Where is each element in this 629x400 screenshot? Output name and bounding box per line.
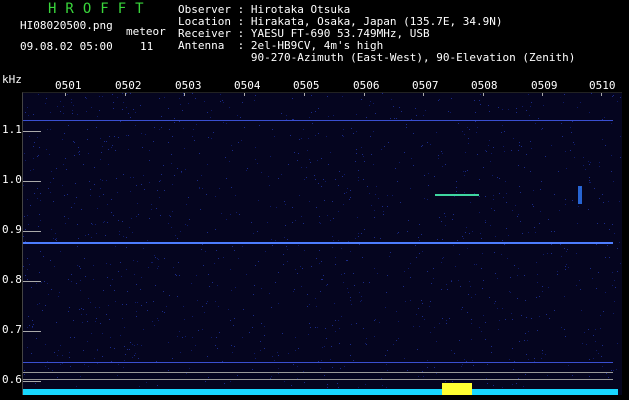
y-tick-mark bbox=[23, 181, 41, 182]
carrier-line-lower bbox=[23, 362, 613, 363]
x-tick-label: 0505 bbox=[293, 79, 320, 92]
y-axis-unit: kHz bbox=[2, 73, 22, 86]
meteor-label: meteor bbox=[126, 25, 166, 38]
x-tick-label: 0510 bbox=[589, 79, 616, 92]
x-tick-mark bbox=[542, 93, 543, 96]
meteor-count: 11 bbox=[140, 40, 154, 53]
meteor-echo-trace bbox=[435, 194, 479, 196]
carrier-line-upper bbox=[23, 120, 613, 121]
carrier-line-main bbox=[23, 242, 613, 244]
spectrogram-noise bbox=[23, 93, 621, 388]
reference-line bbox=[23, 379, 613, 380]
x-tick-mark bbox=[244, 93, 245, 96]
x-tick-mark bbox=[483, 93, 484, 96]
antenna-detail-line: 90-270-Azimuth (East-West), 90-Elevation… bbox=[178, 51, 576, 64]
x-tick-mark bbox=[601, 93, 602, 96]
datetime: 09.08.02 05:00 bbox=[20, 40, 113, 53]
x-tick-label: 0502 bbox=[115, 79, 142, 92]
x-tick-mark bbox=[304, 93, 305, 96]
reference-line bbox=[23, 372, 613, 373]
y-tick-mark bbox=[23, 381, 41, 382]
y-tick-label: 0.7 bbox=[2, 323, 22, 336]
x-tick-label: 0504 bbox=[234, 79, 261, 92]
y-tick-mark bbox=[23, 281, 41, 282]
y-tick-mark bbox=[23, 331, 41, 332]
x-tick-mark bbox=[423, 93, 424, 96]
x-tick-mark bbox=[184, 93, 185, 96]
y-tick-label: 1.0 bbox=[2, 173, 22, 186]
x-tick-mark bbox=[364, 93, 365, 96]
x-tick-label: 0501 bbox=[55, 79, 82, 92]
spectrum-level-bar bbox=[23, 389, 618, 395]
file-name: HI08020500.png bbox=[20, 19, 113, 32]
meteor-echo-burst bbox=[442, 383, 472, 395]
y-tick-label: 0.8 bbox=[2, 273, 22, 286]
x-tick-label: 0509 bbox=[531, 79, 558, 92]
x-tick-label: 0508 bbox=[471, 79, 498, 92]
x-tick-label: 0507 bbox=[412, 79, 439, 92]
y-tick-label: 1.1 bbox=[2, 123, 22, 136]
meteor-echo-trace bbox=[578, 186, 582, 204]
y-tick-label: 0.6 bbox=[2, 373, 22, 386]
spectrogram-plot bbox=[22, 92, 622, 395]
x-tick-label: 0506 bbox=[353, 79, 380, 92]
app-title: HROFFT bbox=[48, 1, 153, 17]
y-tick-label: 0.9 bbox=[2, 223, 22, 236]
y-tick-mark bbox=[23, 131, 41, 132]
x-tick-mark bbox=[65, 93, 66, 96]
x-tick-label: 0503 bbox=[175, 79, 202, 92]
y-tick-mark bbox=[23, 231, 41, 232]
x-tick-mark bbox=[125, 93, 126, 96]
